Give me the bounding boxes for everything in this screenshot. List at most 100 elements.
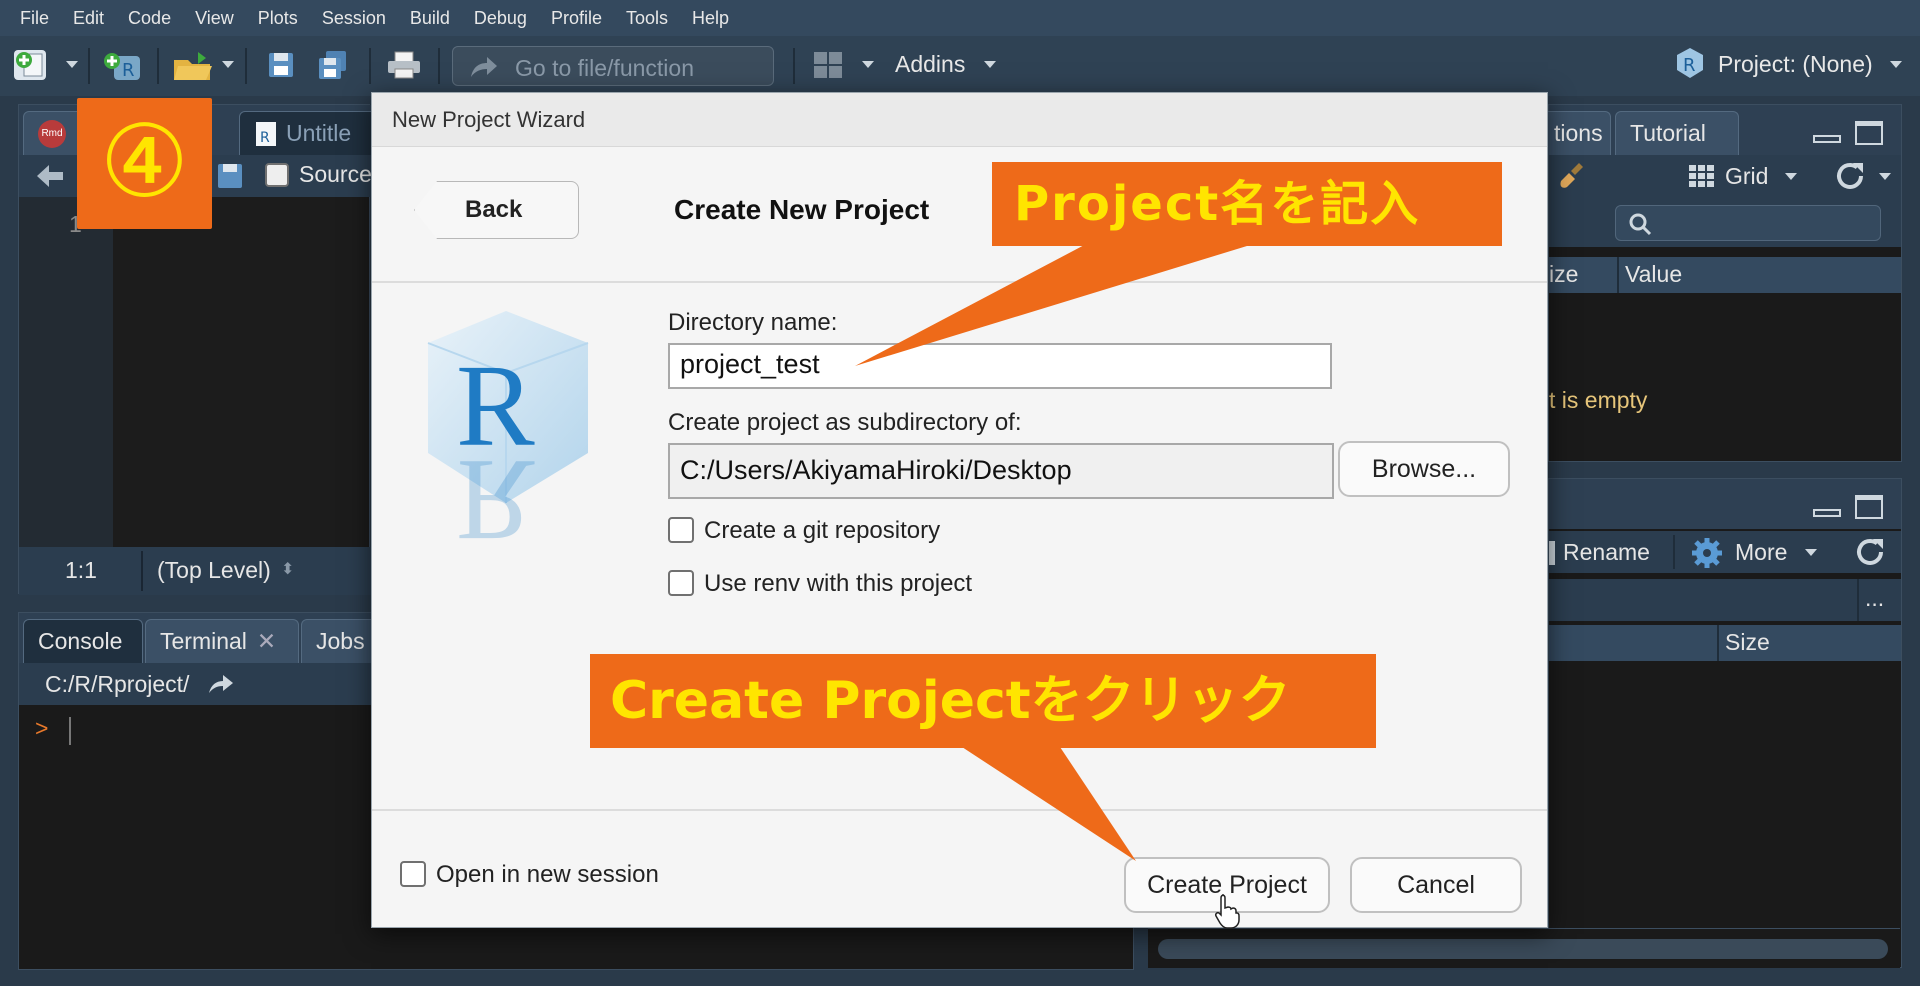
grid-icon [1689, 165, 1714, 187]
rmd-file-icon: Rmd [38, 119, 66, 148]
menu-tools[interactable]: Tools [614, 8, 680, 29]
r-project-cube-logo: R R [398, 303, 614, 566]
gear-icon [1692, 538, 1722, 568]
subdirectory-label: Create project as subdirectory of: [668, 409, 1022, 436]
refresh-icon[interactable] [1855, 537, 1887, 567]
new-project-icon[interactable]: R [102, 50, 140, 81]
more-caret-icon[interactable] [1805, 549, 1817, 556]
horizontal-scrollbar[interactable] [1158, 939, 1888, 959]
toolbar-separator [88, 48, 90, 84]
menu-session[interactable]: Session [310, 8, 398, 29]
maximize-icon[interactable] [1855, 121, 1883, 145]
refresh-caret-icon[interactable] [1879, 173, 1891, 180]
col-divider [1857, 579, 1859, 621]
menu-plots[interactable]: Plots [246, 8, 310, 29]
svg-text:R: R [1683, 55, 1696, 76]
menu-help[interactable]: Help [680, 8, 741, 29]
tab-terminal[interactable]: Terminal ✕ [145, 619, 299, 663]
open-new-session-label: Open in new session [436, 861, 659, 888]
env-search-row [1549, 197, 1901, 247]
tab-connections-label: tions [1554, 120, 1603, 146]
tab-connections[interactable]: tions [1539, 111, 1611, 155]
open-folder-icon[interactable] [172, 50, 212, 80]
callout-pointer [962, 747, 1136, 861]
project-menu[interactable]: Project: (None) [1718, 51, 1873, 78]
open-recent-caret-icon[interactable] [222, 61, 234, 68]
project-caret-icon[interactable] [1890, 61, 1902, 68]
save-icon[interactable] [266, 50, 298, 80]
r-script-icon: R [256, 121, 276, 146]
env-col-value: Value [1625, 261, 1683, 287]
tab-untitled[interactable]: R Untitle [239, 111, 379, 155]
tab-jobs-label: Jobs [316, 628, 365, 654]
dialog-title: New Project Wizard [392, 107, 586, 132]
callout-pointer [855, 242, 1260, 366]
scope-updown-icon[interactable]: ⬍ [281, 559, 294, 579]
hand-cursor-icon [1215, 894, 1240, 929]
renv-checkbox[interactable] [668, 570, 694, 596]
environment-pane: tions Tutorial Grid ize Value t is empty [1539, 104, 1902, 462]
tab-tutorial[interactable]: Tutorial [1615, 111, 1739, 155]
files-table-header: Size [1549, 625, 1901, 661]
minimize-icon[interactable] [1813, 509, 1841, 517]
print-icon[interactable] [386, 50, 420, 80]
files-toolbar: Rename More [1549, 531, 1901, 573]
step-number: ④ [99, 103, 190, 220]
browse-button[interactable]: Browse... [1338, 441, 1510, 497]
svg-text:R: R [456, 435, 535, 543]
git-repo-checkbox[interactable] [668, 517, 694, 543]
files-tabstrip [1549, 479, 1901, 529]
console-working-dir: C:/R/Rproject/ [45, 671, 190, 697]
save-all-icon[interactable] [316, 50, 348, 80]
files-more-ellipsis[interactable]: ... [1865, 585, 1884, 612]
addins-caret-icon[interactable] [984, 61, 996, 68]
source-on-save-label: Source [299, 161, 372, 187]
main-toolbar: R Go to file/function Addins R Project: … [0, 36, 1920, 96]
close-icon[interactable]: ✕ [257, 628, 276, 655]
more-button[interactable]: More [1735, 539, 1787, 566]
go-to-file-input[interactable]: Go to file/function [452, 46, 774, 86]
menu-bar: File Edit Code View Plots Session Build … [0, 0, 1920, 36]
tab-console[interactable]: Console [23, 619, 143, 663]
menu-edit[interactable]: Edit [61, 8, 116, 29]
scope-selector[interactable]: (Top Level) [157, 557, 271, 584]
grid-caret-icon[interactable] [1785, 173, 1797, 180]
rename-button[interactable]: Rename [1563, 539, 1650, 566]
project-cube-icon: R [1674, 46, 1706, 80]
addins-menu[interactable]: Addins [895, 51, 965, 78]
source-save-icon[interactable] [217, 163, 243, 189]
menu-view[interactable]: View [183, 8, 246, 29]
svg-text:R: R [260, 130, 270, 146]
refresh-icon[interactable] [1835, 161, 1867, 191]
new-file-icon[interactable] [14, 50, 46, 80]
menu-code[interactable]: Code [116, 8, 183, 29]
back-arrow-icon[interactable] [35, 163, 65, 189]
tab-rmd[interactable]: Rmd [23, 111, 83, 155]
callout-create-project: Create Projectをクリック [590, 654, 1376, 748]
env-search-input[interactable] [1615, 205, 1881, 241]
callout-project-name: Project名を記入 [992, 162, 1502, 246]
source-status-bar: 1:1 (Top Level) ⬍ [19, 547, 371, 595]
minimize-icon[interactable] [1813, 135, 1841, 143]
broom-icon[interactable] [1557, 161, 1587, 191]
menu-debug[interactable]: Debug [462, 8, 539, 29]
go-to-dir-icon[interactable] [207, 671, 235, 695]
subdirectory-path-field[interactable]: C:/Users/AkiyamaHiroki/Desktop [668, 443, 1334, 499]
open-new-session-checkbox[interactable] [400, 861, 426, 887]
toolbar-separator [1673, 535, 1675, 569]
panes-caret-icon[interactable] [862, 61, 874, 68]
workspace-panes-icon[interactable] [812, 50, 844, 80]
source-on-save-checkbox[interactable] [265, 163, 289, 187]
grid-view-toggle[interactable]: Grid [1725, 163, 1768, 190]
dialog-heading: Create New Project [674, 194, 930, 225]
maximize-icon[interactable] [1855, 495, 1883, 519]
menu-profile[interactable]: Profile [539, 8, 614, 29]
menu-file[interactable]: File [8, 8, 61, 29]
console-cursor[interactable] [69, 717, 71, 745]
files-breadcrumb: ... [1549, 579, 1901, 621]
new-file-caret-icon[interactable] [66, 61, 78, 68]
menu-build[interactable]: Build [398, 8, 462, 29]
dialog-titlebar: New Project Wizard [372, 93, 1547, 147]
back-button[interactable]: Back [414, 181, 579, 239]
cancel-button[interactable]: Cancel [1350, 857, 1522, 913]
